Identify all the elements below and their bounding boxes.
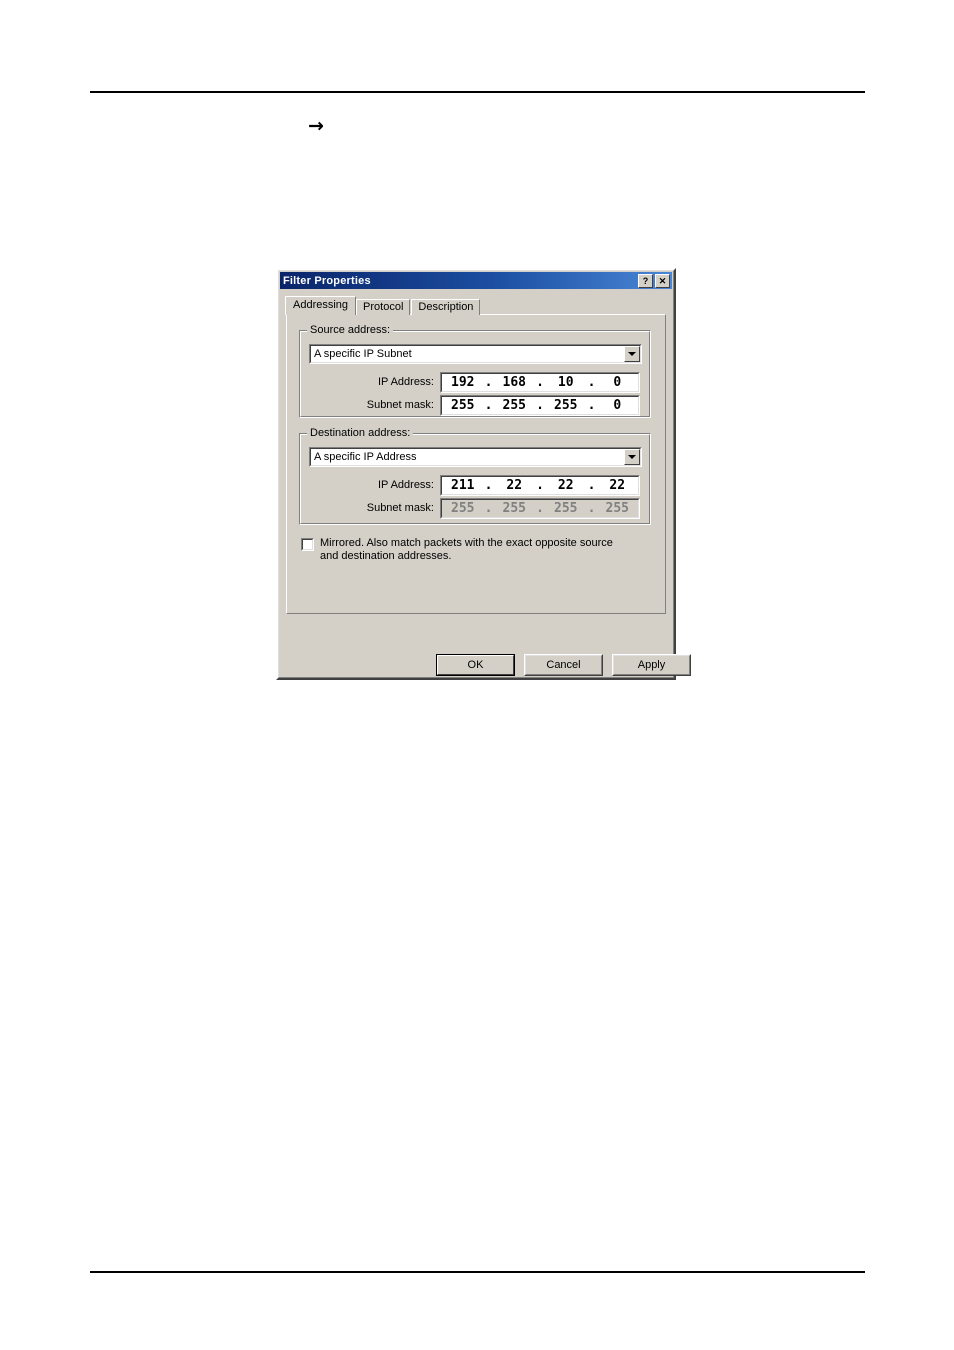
source-mask-octet-1[interactable]: 255 bbox=[441, 398, 485, 413]
destination-mask-octet-1: 255 bbox=[451, 500, 475, 516]
source-address-type-value: A specific IP Subnet bbox=[314, 348, 412, 360]
mirrored-checkbox-frame bbox=[302, 539, 313, 550]
ip-separator: . bbox=[536, 397, 544, 413]
destination-mask-octet-2: 255 bbox=[502, 500, 526, 516]
apply-button-label: Apply bbox=[637, 659, 666, 671]
destination-subnet-mask-label: Subnet mask: bbox=[366, 502, 434, 514]
destination-address-group: Destination address: A specific IP Addre… bbox=[299, 427, 651, 525]
source-ip-octet-3[interactable]: 10 bbox=[544, 375, 588, 390]
source-subnet-mask-field[interactable]: 255 . 255 . 255 . 0 bbox=[440, 394, 640, 416]
source-subnet-mask-row: Subnet mask: 255 . 255 . 255 . 0 bbox=[342, 394, 640, 416]
mirrored-checkbox-label: Mirrored. Also match packets with the ex… bbox=[320, 537, 613, 562]
tab-strip: Addressing Protocol Description bbox=[285, 296, 481, 315]
ip-separator: . bbox=[484, 500, 493, 516]
source-ip-octet-2[interactable]: 168 bbox=[493, 375, 537, 390]
source-ip-address-field[interactable]: 192 . 168 . 10 . 0 bbox=[440, 371, 640, 393]
ip-separator: . bbox=[536, 500, 544, 516]
source-mask-octet-4[interactable]: 0 bbox=[596, 398, 640, 413]
destination-ip-address-label: IP Address: bbox=[377, 479, 434, 491]
ip-separator: . bbox=[484, 374, 493, 390]
apply-button[interactable]: Apply bbox=[612, 654, 691, 676]
source-ip-address-label: IP Address: bbox=[377, 376, 434, 388]
filter-properties-dialog: Filter Properties ? ✕ Addressing Protoco… bbox=[276, 268, 691, 680]
chevron-down-icon[interactable] bbox=[624, 449, 640, 465]
ip-separator: . bbox=[484, 477, 493, 493]
chevron-down-icon[interactable] bbox=[624, 346, 640, 362]
source-address-type-combobox[interactable]: A specific IP Subnet bbox=[309, 344, 642, 364]
destination-subnet-mask-field: 255 . 255 . 255 . 255 bbox=[440, 497, 640, 519]
destination-ip-address-field[interactable]: 211 . 22 . 22 . 22 bbox=[440, 474, 640, 496]
destination-mask-octets: 255 . 255 . 255 . 255 bbox=[441, 501, 639, 516]
dialog-button-bar: OK Cancel Apply bbox=[436, 654, 691, 676]
tab-protocol[interactable]: Protocol bbox=[356, 299, 411, 315]
mirrored-checkbox[interactable] bbox=[301, 538, 314, 551]
ip-separator: . bbox=[484, 397, 493, 413]
source-ip-address-row: IP Address: 192 . 168 . 10 . 0 bbox=[342, 371, 640, 393]
tab-description[interactable]: Description bbox=[411, 299, 481, 315]
source-address-legend: Source address: bbox=[307, 324, 394, 336]
ip-separator: . bbox=[587, 477, 596, 493]
close-icon[interactable]: ✕ bbox=[655, 273, 670, 288]
source-mask-octet-2[interactable]: 255 bbox=[493, 398, 537, 413]
destination-ip-octet-1[interactable]: 211 bbox=[441, 478, 485, 493]
destination-mask-octet-3: 255 bbox=[554, 500, 578, 516]
destination-subnet-mask-row: Subnet mask: 255 . 255 . 255 . 255 bbox=[342, 497, 640, 519]
footer-rule bbox=[90, 1271, 865, 1273]
dialog-titlebar[interactable]: Filter Properties ? ✕ bbox=[280, 272, 672, 289]
destination-address-type-combobox[interactable]: A specific IP Address bbox=[309, 447, 642, 467]
ip-separator: . bbox=[587, 397, 596, 413]
tab-page-addressing: Source address: A specific IP Subnet IP … bbox=[286, 314, 666, 614]
destination-mask-octet-4: 255 bbox=[605, 500, 629, 516]
destination-ip-address-row: IP Address: 211 . 22 . 22 . 22 bbox=[342, 474, 640, 496]
cancel-button[interactable]: Cancel bbox=[524, 654, 603, 676]
destination-ip-octet-2[interactable]: 22 bbox=[493, 478, 537, 493]
source-ip-octet-1[interactable]: 192 bbox=[441, 375, 485, 390]
source-mask-octets: 255 . 255 . 255 . 0 bbox=[441, 398, 639, 413]
arrow-bullet-marker: → bbox=[308, 115, 324, 137]
ip-separator: . bbox=[587, 374, 596, 390]
ip-separator: . bbox=[587, 500, 596, 516]
source-mask-octet-3[interactable]: 255 bbox=[544, 398, 588, 413]
destination-ip-octet-3[interactable]: 22 bbox=[544, 478, 588, 493]
source-address-group: Source address: A specific IP Subnet IP … bbox=[299, 324, 651, 418]
source-subnet-mask-label: Subnet mask: bbox=[366, 399, 434, 411]
destination-address-legend: Destination address: bbox=[307, 427, 414, 439]
dialog-title: Filter Properties bbox=[283, 274, 371, 287]
help-button[interactable]: ? bbox=[638, 273, 653, 288]
cancel-button-label: Cancel bbox=[546, 659, 581, 671]
destination-address-type-value: A specific IP Address bbox=[314, 451, 417, 463]
source-ip-octet-4[interactable]: 0 bbox=[596, 375, 640, 390]
ip-separator: . bbox=[536, 477, 544, 493]
source-ip-octets: 192 . 168 . 10 . 0 bbox=[441, 375, 639, 390]
destination-ip-octets: 211 . 22 . 22 . 22 bbox=[441, 478, 639, 493]
header-rule bbox=[90, 91, 865, 93]
ip-separator: . bbox=[536, 374, 544, 390]
mirrored-checkbox-row[interactable]: Mirrored. Also match packets with the ex… bbox=[301, 537, 651, 563]
ok-button[interactable]: OK bbox=[436, 654, 515, 676]
ok-button-label: OK bbox=[467, 659, 484, 671]
destination-ip-octet-4[interactable]: 22 bbox=[596, 478, 640, 493]
tab-addressing[interactable]: Addressing bbox=[285, 296, 357, 315]
